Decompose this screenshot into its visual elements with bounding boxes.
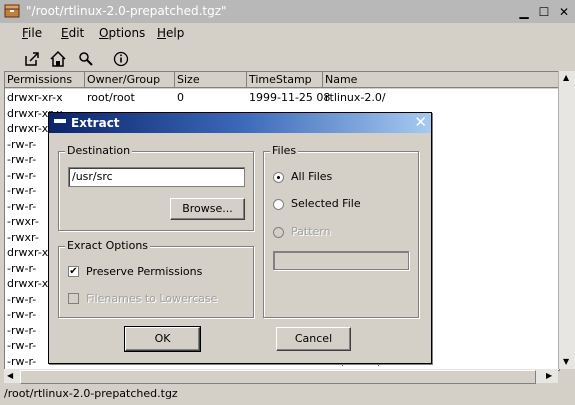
scroll-up-icon[interactable]: ▲ — [563, 73, 569, 82]
column-header-timestamp[interactable]: TimeStamp — [247, 72, 323, 88]
all-files-label[interactable]: All Files — [291, 170, 332, 183]
extract-tool-button[interactable] — [21, 48, 43, 70]
window-title: "/root/rtlinux-2.0-prepatched.tgz" — [26, 4, 227, 18]
browse-button[interactable]: Browse... — [170, 198, 245, 220]
files-group: Files All Files Selected File Pattern — [263, 144, 419, 318]
find-tool-button[interactable] — [75, 48, 97, 70]
selected-file-label[interactable]: Selected File — [291, 197, 361, 210]
menu-help[interactable]: Help — [157, 26, 184, 40]
cell-perm: drwxr-x — [7, 246, 49, 259]
horizontal-scroll-thumb[interactable] — [20, 370, 536, 384]
pattern-radio — [273, 227, 284, 238]
cell-name: rtlinux-2.0/ — [325, 91, 386, 104]
preserve-permissions-checkbox[interactable]: ✔ — [68, 266, 79, 277]
column-header-owner[interactable]: Owner/Group — [85, 72, 175, 88]
extract-icon — [25, 52, 39, 66]
cell-perm: -rw-r- — [7, 168, 37, 182]
cell-perm: -rw-r- — [7, 354, 37, 368]
cell-perm: -rw-r- — [7, 184, 37, 197]
title-bar: "/root/rtlinux-2.0-prepatched.tgz" ▁ ☐ ✕ — [0, 0, 575, 23]
scroll-right-icon[interactable]: ▶ — [546, 371, 552, 380]
pattern-label: Pattern — [291, 225, 331, 238]
menu-options[interactable]: Options — [99, 26, 145, 40]
menu-bar: File Edit Options Help — [0, 23, 575, 44]
destination-group: Destination /usr/src Browse... — [58, 144, 254, 231]
files-group-label: Files — [270, 144, 299, 157]
cell-perm: -rw-r- — [7, 261, 37, 275]
cancel-button[interactable]: Cancel — [276, 327, 351, 351]
scroll-left-icon[interactable]: ◀ — [7, 371, 13, 380]
cell-perm: -rw-r- — [7, 308, 37, 321]
lowercase-label: Filenames to Lowercase — [86, 292, 218, 305]
dialog-close-button[interactable]: ✕ — [414, 114, 427, 131]
cell-perm: -rw-r- — [7, 153, 37, 166]
column-header-size[interactable]: Size — [175, 72, 247, 88]
extract-options-group: Exract Options ✔ Preserve Permissions Fi… — [58, 239, 254, 318]
cell-perm: drwxr-xr-x — [7, 91, 63, 104]
cell-perm: drwxr-x — [7, 122, 49, 135]
lowercase-checkbox — [68, 293, 79, 304]
cell-perm: -rw-r- — [7, 292, 37, 306]
close-window-button[interactable]: ✕ — [556, 4, 572, 20]
list-header: Permissions Owner/Group Size TimeStamp N… — [5, 72, 559, 89]
cell-perm: -rw-r- — [7, 137, 37, 151]
cell-perm: -rw-r- — [7, 323, 37, 337]
info-icon — [113, 51, 129, 67]
column-header-name[interactable]: Name — [323, 72, 559, 88]
cell-perm: -rw-r- — [7, 199, 37, 213]
ok-button[interactable]: OK — [124, 326, 201, 352]
info-tool-button[interactable] — [110, 48, 132, 70]
status-bar: /root/rtlinux-2.0-prepatched.tgz — [0, 384, 575, 405]
destination-input[interactable]: /usr/src — [68, 167, 245, 187]
all-files-radio[interactable] — [273, 172, 284, 183]
preserve-permissions-label[interactable]: Preserve Permissions — [86, 265, 202, 278]
column-header-permissions[interactable]: Permissions — [5, 72, 85, 88]
status-text: /root/rtlinux-2.0-prepatched.tgz — [4, 387, 178, 400]
cell-perm: -rwxr- — [7, 215, 39, 228]
cell-time: 1999-11-25 08 — [249, 91, 331, 104]
toolbar — [0, 46, 575, 72]
table-row[interactable]: drwxr-xr-x root/root 0 1999-11-25 08 rtlinux… — [5, 91, 559, 106]
minimize-button[interactable]: ▁ — [516, 4, 532, 20]
home-tool-button[interactable] — [47, 48, 69, 70]
vertical-scrollbar[interactable]: ▲ ▼ — [558, 71, 575, 369]
archive-app-icon[interactable] — [4, 3, 20, 19]
cell-perm: -rw-r- — [7, 339, 37, 352]
dialog-menu-icon[interactable] — [54, 119, 66, 123]
menu-edit[interactable]: Edit — [61, 26, 84, 40]
cell-perm: drwxr-x — [7, 277, 49, 290]
cell-size: 0 — [177, 91, 184, 104]
find-icon — [79, 52, 93, 66]
menu-file[interactable]: File — [22, 26, 42, 40]
cell-perm: -rwxr- — [7, 230, 39, 244]
extract-options-group-label: Exract Options — [65, 239, 151, 252]
extract-dialog: Extract ✕ Destination /usr/src Browse...… — [48, 112, 432, 364]
home-icon — [50, 50, 66, 67]
horizontal-scrollbar[interactable]: ◀ ▶ — [4, 369, 558, 384]
maximize-button[interactable]: ☐ — [536, 4, 552, 20]
destination-group-label: Destination — [65, 144, 133, 157]
scroll-down-icon[interactable]: ▼ — [563, 357, 569, 366]
pattern-input — [273, 251, 409, 270]
dialog-title: Extract — [71, 116, 120, 130]
selected-file-radio[interactable] — [273, 199, 284, 210]
cell-owner: root/root — [87, 91, 135, 104]
dialog-title-bar: Extract ✕ — [49, 113, 431, 133]
